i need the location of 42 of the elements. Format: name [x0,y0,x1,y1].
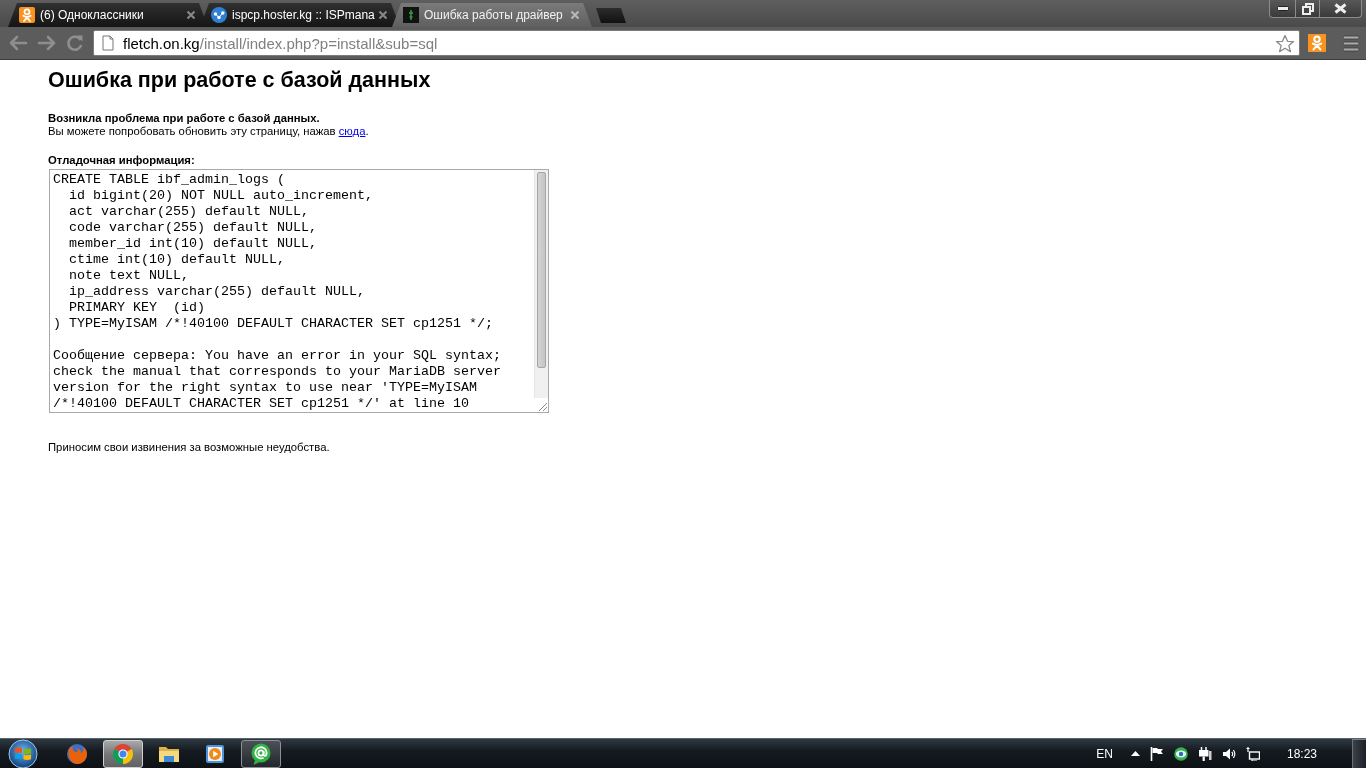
debug-textarea[interactable]: CREATE TABLE ibf_admin_logs ( id bigint(20) NOT NULL auto_increment, act varchar(255) default NULL, code varchar(255) default NULL, member_id int(10) default NULL, ctime int(10) default NULL, note text NULL, ip_address varchar(255) default NULL, PRIMARY KEY (id) ) TYPE=MyISAM /*!40100 DEFAULT CHARACTER SET cp1251 */; Сообщение сервера: You have an error in your SQL syntax; check the manual that corresponds to your MariaDB server version for the right syntax to use near 'TYPE=MyISAM /*!40100 DEFAULT CHARACTER SET cp1251 */' at line 10 [49,169,549,413]
apology-text: Приносим свои извинения за возможные неудобства. [48,441,330,454]
color-wheel-icon [111,741,135,766]
star-icon[interactable] [1275,33,1295,53]
resize-grip-icon[interactable] [536,400,548,412]
close-icon [1334,3,1347,14]
at-sign-icon [249,741,273,766]
close-icon[interactable] [570,10,580,20]
language-indicator[interactable]: EN [1096,746,1113,761]
flag-icon[interactable] [1149,746,1164,761]
show-desktop-button[interactable] [1352,739,1366,768]
page-heading: Ошибка при работе с базой данных [48,68,431,93]
taskbar-button[interactable] [103,739,143,768]
eye-icon[interactable] [1173,746,1188,761]
plug-icon[interactable] [1197,746,1212,761]
url-text: fletch.on.kg/install/index.php?p=install&sub=sql [123,34,438,52]
scrollbar-track[interactable] [534,170,548,398]
address-bar[interactable]: fletch.on.kg/install/index.php?p=install&sub=sql [93,30,1300,56]
clock-text[interactable]: 18:23 [1286,746,1317,761]
network-icon[interactable] [1245,746,1260,761]
browser-tab[interactable]: Ошибка работы драйвер [392,3,592,27]
scrollbar-thumb[interactable] [537,172,546,368]
close-icon[interactable] [186,10,196,20]
refresh-hint-text: Вы можете попробовать обновить эту страницу, нажав сюда. [48,125,369,138]
restore-icon [1301,2,1314,15]
restore-button[interactable] [1296,0,1320,18]
page-icon [102,35,114,51]
notice-text: Возникла проблема при работе с базой данных. [48,112,320,125]
debug-label: Отладочная информация: [48,154,195,167]
minimize-icon [1276,6,1289,11]
taskbar-button[interactable] [241,739,281,768]
show-hidden-icon[interactable] [1130,750,1140,757]
speaker-icon[interactable] [1221,746,1236,761]
network-dots-icon [211,7,227,23]
menu-icon[interactable] [1342,34,1360,52]
close-window-button[interactable] [1320,0,1362,18]
flame-globe-icon [65,741,89,766]
close-icon[interactable] [378,10,388,20]
stick-figure-icon [19,7,35,23]
new-tab-button[interactable] [596,8,626,23]
minimize-button[interactable] [1269,0,1296,18]
tile-icon [403,7,419,23]
